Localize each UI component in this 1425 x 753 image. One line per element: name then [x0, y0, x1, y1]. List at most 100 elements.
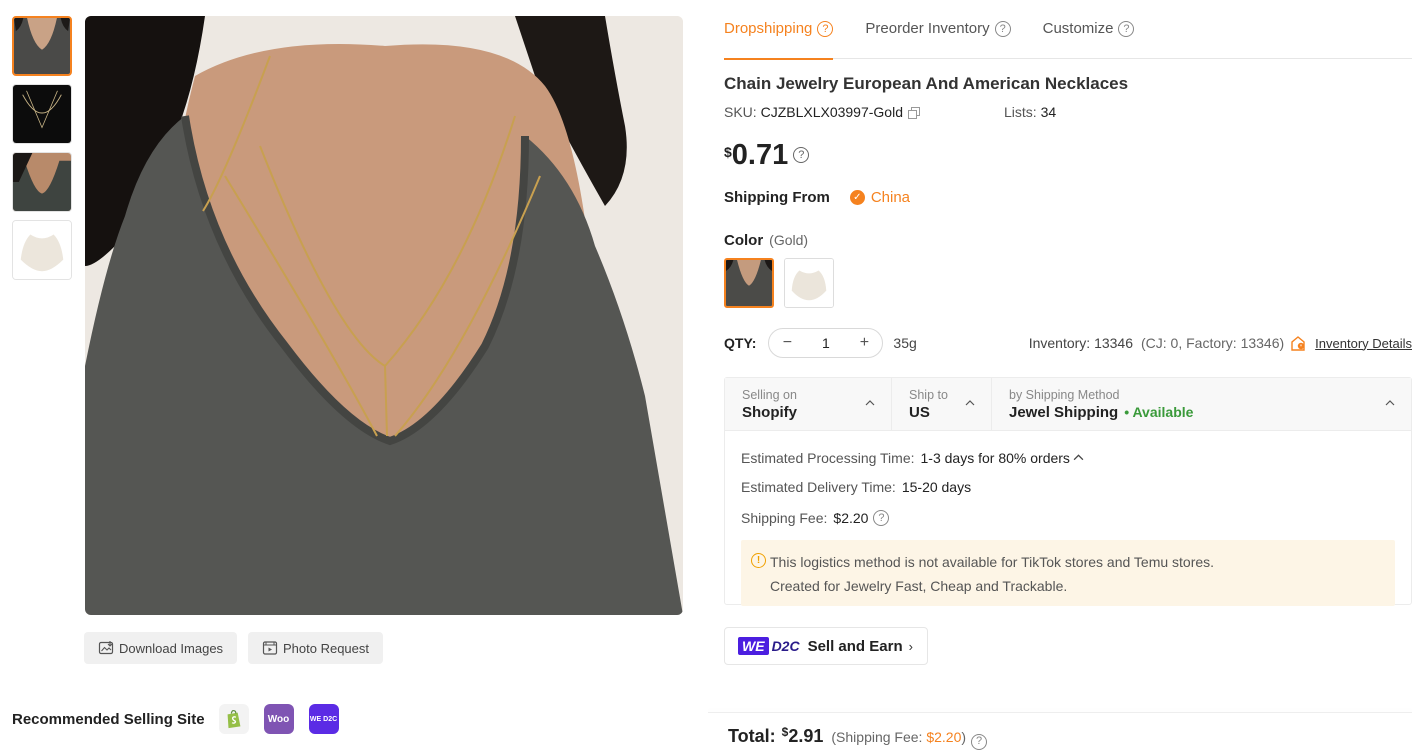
wed2c-icon[interactable]: WE D2C — [308, 704, 339, 734]
wed2c-text: WE D2C — [309, 715, 338, 723]
thumbnail-2[interactable] — [12, 84, 72, 144]
delivery-time-label: Estimated Delivery Time: — [741, 478, 896, 495]
product-title: Chain Jewelry European And American Neck… — [724, 74, 1129, 93]
fee-prefix: (Shipping Fee: — [831, 729, 927, 745]
lists-value: 34 — [1040, 104, 1057, 120]
fee-suffix: ) — [961, 729, 967, 745]
total-label: Total: — [728, 726, 776, 746]
total-shipping-fee: (Shipping Fee: $2.20) — [831, 729, 966, 745]
qty-label: QTY: — [724, 335, 757, 351]
shipping-fee-value: $2.20 — [833, 509, 869, 526]
we-text: WE — [738, 637, 769, 655]
help-icon[interactable]: ? — [817, 21, 834, 37]
purchase-mode-tabs: Dropshipping ? Preorder Inventory ? Cust… — [724, 0, 1412, 60]
factory-icon — [1290, 335, 1306, 351]
help-icon[interactable]: ? — [1118, 21, 1135, 37]
chevron-up-icon[interactable] — [1073, 452, 1084, 463]
total-amount: 2.91 — [788, 726, 824, 746]
main-product-image — [85, 16, 683, 615]
color-row: Color (Gold) — [724, 232, 808, 249]
shopify-icon[interactable] — [218, 704, 249, 734]
processing-time-row: Estimated Processing Time: 1-3 days for … — [741, 443, 1395, 472]
chevron-up-icon — [1385, 400, 1395, 406]
notice-line-2: Created for Jewelry Fast, Cheap and Trac… — [770, 578, 1068, 594]
increase-button[interactable]: + — [856, 334, 872, 352]
shipping-details: Estimated Processing Time: 1-3 days for … — [725, 431, 1411, 618]
swatch-image — [726, 260, 772, 306]
thumbnail-image — [14, 18, 70, 74]
notice-line-1: This logistics method is not available f… — [770, 554, 1215, 570]
inventory-details-link[interactable]: Inventory Details — [1315, 336, 1412, 351]
color-selected: (Gold) — [769, 232, 809, 248]
selling-on-select[interactable]: Selling on Shopify — [725, 378, 892, 430]
image-download-icon — [98, 640, 114, 656]
woocommerce-icon[interactable]: Woo — [263, 704, 294, 734]
tab-label: Customize — [1042, 20, 1114, 37]
woo-text: Woo — [267, 713, 290, 725]
warning-icon: ! — [751, 553, 766, 568]
total-row: Total: $ 2.91 (Shipping Fee: $2.20) ? — [728, 725, 988, 750]
inventory-label: Inventory: 13346 — [1028, 335, 1133, 351]
price-amount: 0.71 — [731, 139, 789, 171]
video-frame-icon — [262, 640, 278, 656]
thumbnail-image — [13, 153, 71, 211]
total-currency: $ — [781, 725, 789, 739]
color-swatch-silver[interactable] — [784, 258, 834, 308]
sell-and-earn-button[interactable]: WE D2C Sell and Earn › — [724, 627, 928, 665]
shipping-box: Selling on Shopify Ship to US by Shippin… — [724, 377, 1412, 606]
download-images-label: Download Images — [119, 640, 224, 656]
quantity-stepper: − + — [768, 328, 884, 358]
color-swatch-gold[interactable] — [724, 258, 774, 308]
photo-request-button[interactable]: Photo Request — [248, 632, 384, 664]
help-icon[interactable]: ? — [793, 147, 810, 163]
help-icon[interactable]: ? — [971, 733, 988, 750]
chevron-up-icon — [865, 400, 875, 406]
ship-to-value: US — [909, 404, 930, 421]
photo-request-label: Photo Request — [283, 640, 370, 656]
sell-and-earn-label: Sell and Earn — [807, 637, 903, 655]
help-icon[interactable]: ? — [873, 510, 890, 526]
lists-label: Lists: — [1004, 104, 1037, 120]
inventory-breakdown: (CJ: 0, Factory: 13346) — [1141, 335, 1285, 351]
processing-time-label: Estimated Processing Time: — [741, 449, 915, 466]
check-circle-icon: ✓ — [849, 190, 865, 205]
processing-time-value: 1-3 days for 80% orders — [920, 449, 1070, 466]
tab-dropshipping[interactable]: Dropshipping ? — [724, 0, 834, 60]
price-currency: $ — [724, 144, 732, 160]
fee-value: $2.20 — [926, 729, 962, 745]
shipping-fee-label: Shipping Fee: — [741, 509, 828, 526]
tab-preorder-inventory[interactable]: Preorder Inventory ? — [865, 0, 1011, 59]
shipping-from-label: Shipping From — [724, 189, 830, 206]
d2c-text: D2C — [771, 638, 800, 654]
copy-icon[interactable] — [908, 106, 920, 119]
thumbnail-3[interactable] — [12, 152, 72, 212]
tab-customize[interactable]: Customize ? — [1043, 0, 1135, 59]
chevron-right-icon: › — [908, 638, 913, 654]
shipping-from-china[interactable]: China — [871, 189, 910, 206]
thumbnail-image — [13, 85, 71, 143]
decrease-button[interactable]: − — [779, 334, 795, 352]
tab-label: Preorder Inventory — [865, 20, 990, 37]
sku-label: SKU: — [724, 104, 757, 120]
weight: 35g — [893, 335, 917, 351]
sku-row: SKU: CJZBLXLX03997-Gold Lists: 34 — [724, 104, 1412, 120]
quantity-input[interactable] — [805, 335, 846, 351]
wed2c-logo: WE D2C — [738, 637, 800, 655]
quantity-row: QTY: − + 35g Inventory: 13346 (CJ: 0, Fa… — [724, 328, 1412, 358]
delivery-time-row: Estimated Delivery Time: 15-20 days — [741, 472, 1395, 501]
thumbnail-list — [12, 16, 72, 288]
thumbnail-1[interactable] — [12, 16, 72, 76]
product-price: $ 0.71 ? — [724, 138, 810, 172]
chevron-up-icon — [965, 400, 975, 406]
shipping-fee-row: Shipping Fee: $2.20 ? — [741, 503, 1395, 532]
thumbnail-4[interactable] — [12, 220, 72, 280]
help-icon[interactable]: ? — [994, 21, 1011, 37]
shipping-method-select[interactable]: by Shipping Method Jewel Shipping • Avail… — [992, 378, 1411, 430]
ship-to-select[interactable]: Ship to US — [892, 378, 992, 430]
shipping-from-row: Shipping From ✓ China — [724, 189, 910, 206]
recommended-label: Recommended Selling Site — [12, 710, 205, 728]
total-divider — [708, 712, 1412, 713]
download-images-button[interactable]: Download Images — [84, 632, 238, 664]
sku-value: CJZBLXLX03997-Gold — [760, 104, 903, 120]
color-swatches — [724, 258, 844, 308]
